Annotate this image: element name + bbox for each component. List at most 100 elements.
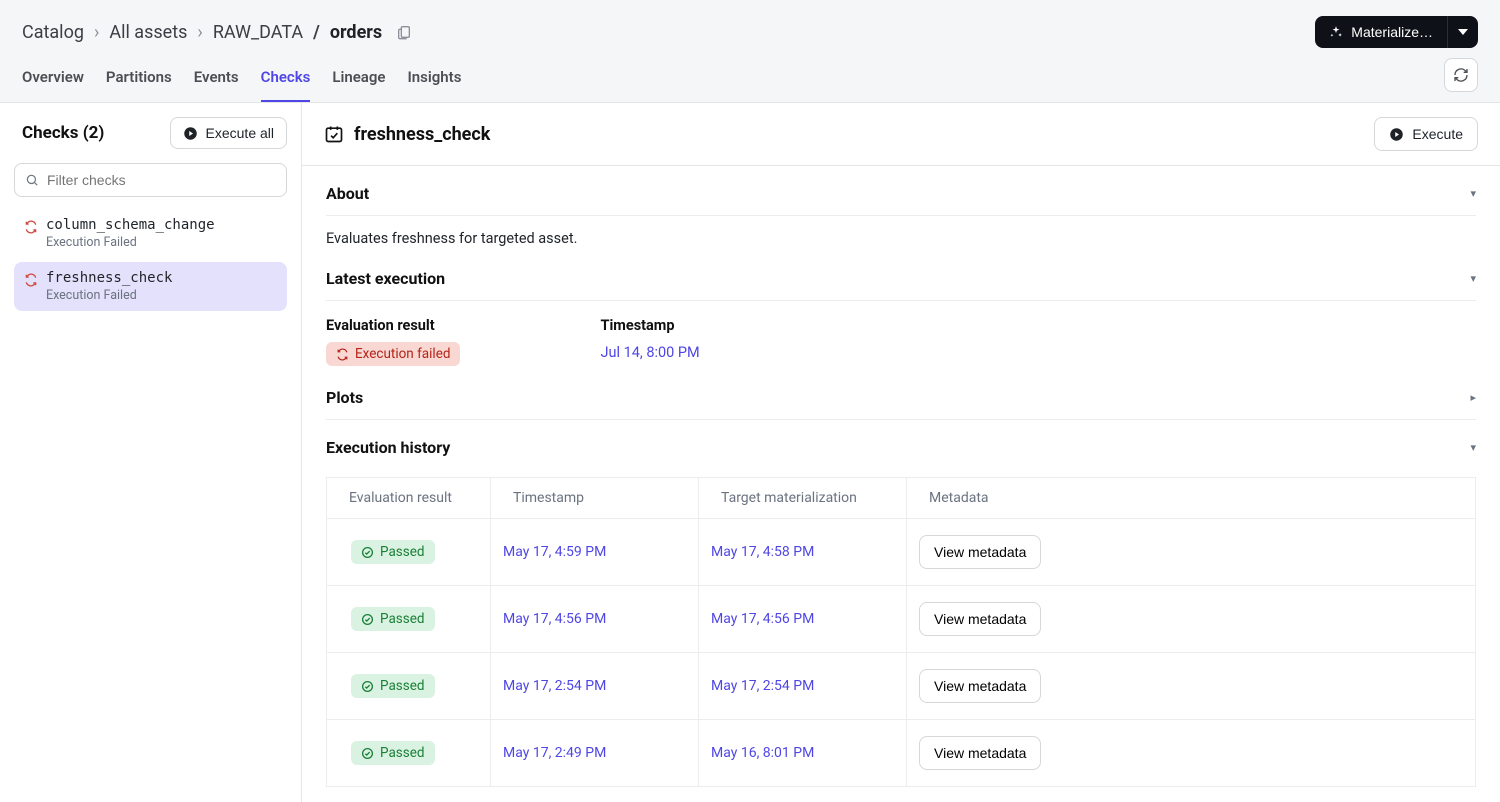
timestamp-block: Timestamp Jul 14, 8:00 PM (600, 317, 699, 366)
check-list: column_schema_change Execution Failed fr… (0, 209, 301, 311)
timestamp-link[interactable]: May 17, 2:49 PM (503, 745, 606, 761)
cell-timestamp: May 17, 2:54 PM (491, 653, 699, 720)
breadcrumb-catalog[interactable]: Catalog (22, 22, 84, 43)
tab-insights[interactable]: Insights (407, 56, 461, 102)
breadcrumb-all-assets[interactable]: All assets (109, 22, 187, 43)
clipboard-icon[interactable] (392, 24, 412, 40)
sync-fail-icon (24, 270, 38, 303)
execute-button[interactable]: Execute (1374, 117, 1478, 151)
content-title-text: freshness_check (354, 124, 490, 145)
main: Checks (2) Execute all column_schema_cha… (0, 103, 1500, 802)
tab-checks[interactable]: Checks (261, 56, 311, 102)
view-metadata-button[interactable]: View metadata (919, 736, 1041, 770)
execution-history-table: Evaluation result Timestamp Target mater… (326, 477, 1476, 787)
filter-wrap (0, 163, 301, 209)
status-badge-label: Execution failed (355, 346, 450, 362)
breadcrumb-raw-data[interactable]: RAW_DATA (213, 22, 303, 43)
cell-target-materialization: May 17, 4:58 PM (699, 519, 907, 586)
timestamp-link[interactable]: May 17, 4:59 PM (503, 544, 606, 560)
timestamp-link[interactable]: May 17, 4:56 PM (503, 611, 606, 627)
latest-execution-body: Evaluation result Execution failed Times… (326, 301, 1476, 370)
plots-heading: Plots (326, 388, 363, 407)
execution-history-heading-row[interactable]: Execution history ▾ (326, 420, 1476, 469)
latest-execution-section: Latest execution ▾ Evaluation result Exe… (302, 251, 1500, 370)
breadcrumb-row: Catalog › All assets › RAW_DATA / orders… (0, 0, 1500, 56)
check-item-status: Execution Failed (46, 235, 215, 250)
cell-target-materialization: May 17, 2:54 PM (699, 653, 907, 720)
about-heading: About (326, 184, 369, 203)
cell-target-materialization: May 16, 8:01 PM (699, 720, 907, 787)
timestamp-link[interactable]: May 17, 2:54 PM (503, 678, 606, 694)
caret-down-icon (1458, 27, 1468, 37)
materialize-dropdown[interactable] (1447, 16, 1478, 48)
tabs: Overview Partitions Events Checks Lineag… (22, 56, 461, 102)
check-circle-icon (361, 747, 374, 760)
col-timestamp: Timestamp (491, 478, 699, 519)
tab-overview[interactable]: Overview (22, 56, 84, 102)
check-item-freshness-check[interactable]: freshness_check Execution Failed (14, 262, 287, 311)
sync-fail-icon (336, 348, 349, 361)
refresh-button[interactable] (1444, 58, 1478, 92)
view-metadata-button[interactable]: View metadata (919, 602, 1041, 636)
cell-metadata: View metadata (907, 653, 1476, 720)
latest-execution-heading-row[interactable]: Latest execution ▾ (326, 251, 1476, 301)
sidebar-header: Checks (2) Execute all (0, 103, 301, 163)
checks-sidebar: Checks (2) Execute all column_schema_cha… (0, 103, 302, 802)
view-metadata-button[interactable]: View metadata (919, 669, 1041, 703)
status-badge-label: Passed (380, 678, 425, 694)
cell-evaluation-result: Passed (327, 653, 491, 720)
table-row: Passed May 17, 2:49 PM May 16, 8:01 PM View… (327, 720, 1476, 787)
tab-partitions[interactable]: Partitions (106, 56, 172, 102)
plots-heading-row[interactable]: Plots ▸ (326, 370, 1476, 420)
table-row: Passed May 17, 4:56 PM May 17, 4:56 PM View… (327, 586, 1476, 653)
content-header: freshness_check Execute (302, 103, 1500, 166)
col-metadata: Metadata (907, 478, 1476, 519)
check-item-column-schema-change[interactable]: column_schema_change Execution Failed (14, 209, 287, 258)
timestamp-label: Timestamp (600, 317, 699, 342)
execute-all-button[interactable]: Execute all (170, 117, 287, 149)
status-badge: Passed (351, 674, 435, 698)
chevron-right-icon: › (94, 22, 99, 43)
target-materialization-link[interactable]: May 17, 2:54 PM (711, 678, 814, 694)
filter-checks-input[interactable] (47, 172, 276, 188)
filter-input-wrap[interactable] (14, 163, 287, 197)
table-row: Passed May 17, 2:54 PM May 17, 2:54 PM View… (327, 653, 1476, 720)
breadcrumb-sep-slash: / (313, 22, 320, 43)
col-target-materialization: Target materialization (699, 478, 907, 519)
col-evaluation-result: Evaluation result (327, 478, 491, 519)
about-heading-row[interactable]: About ▾ (326, 166, 1476, 216)
tab-events[interactable]: Events (194, 56, 239, 102)
cell-metadata: View metadata (907, 586, 1476, 653)
table-row: Passed May 17, 4:59 PM May 17, 4:58 PM View… (327, 519, 1476, 586)
evaluation-result-block: Evaluation result Execution failed (326, 317, 460, 366)
cell-metadata: View metadata (907, 720, 1476, 787)
latest-execution-heading: Latest execution (326, 269, 445, 288)
caret-right-icon: ▸ (1470, 391, 1476, 404)
topbar: Catalog › All assets › RAW_DATA / orders… (0, 0, 1500, 103)
check-item-status: Execution Failed (46, 288, 172, 303)
materialize-button[interactable]: Materialize… (1315, 16, 1447, 48)
view-metadata-button[interactable]: View metadata (919, 535, 1041, 569)
tab-lineage[interactable]: Lineage (332, 56, 385, 102)
status-badge: Passed (351, 741, 435, 765)
materialize-button-group: Materialize… (1315, 16, 1478, 48)
check-item-name: column_schema_change (46, 217, 215, 233)
cell-target-materialization: May 17, 4:56 PM (699, 586, 907, 653)
timestamp-link[interactable]: Jul 14, 8:00 PM (600, 344, 699, 361)
check-item-texts: column_schema_change Execution Failed (46, 217, 215, 250)
status-badge-label: Passed (380, 544, 425, 560)
check-item-name: freshness_check (46, 270, 172, 286)
cell-metadata: View metadata (907, 519, 1476, 586)
cell-evaluation-result: Passed (327, 586, 491, 653)
breadcrumb-asset[interactable]: orders (330, 22, 382, 43)
target-materialization-link[interactable]: May 17, 4:58 PM (711, 544, 814, 560)
content-title: freshness_check (324, 124, 490, 145)
target-materialization-link[interactable]: May 17, 4:56 PM (711, 611, 814, 627)
target-materialization-link[interactable]: May 16, 8:01 PM (711, 745, 814, 761)
status-badge: Passed (351, 607, 435, 631)
refresh-icon (1453, 67, 1469, 83)
about-section: About ▾ Evaluates freshness for targeted… (302, 166, 1500, 251)
status-badge: Execution failed (326, 342, 460, 366)
caret-down-icon: ▾ (1470, 272, 1476, 285)
play-circle-icon (183, 126, 198, 141)
